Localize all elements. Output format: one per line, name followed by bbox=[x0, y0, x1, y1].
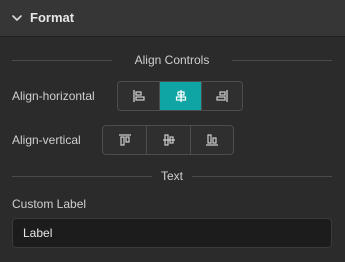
align-bottom-icon bbox=[205, 134, 218, 146]
align-bottom-button[interactable] bbox=[189, 126, 233, 154]
align-vertical-label: Align-vertical bbox=[12, 133, 81, 147]
align-center-h-button[interactable] bbox=[159, 82, 201, 110]
format-panel-header[interactable]: Format bbox=[0, 0, 345, 37]
align-vertical-group bbox=[102, 125, 234, 155]
custom-label-field-label: Custom Label bbox=[12, 197, 87, 211]
align-center-h-icon bbox=[175, 90, 186, 102]
custom-label-input[interactable] bbox=[12, 218, 332, 248]
chevron-down-icon bbox=[12, 15, 22, 21]
align-right-icon bbox=[216, 90, 228, 102]
align-top-button[interactable] bbox=[103, 126, 146, 154]
panel-title: Format bbox=[30, 10, 75, 25]
align-left-button[interactable] bbox=[118, 82, 159, 110]
align-horizontal-label: Align-horizontal bbox=[12, 89, 95, 103]
align-middle-v-icon bbox=[162, 134, 175, 146]
align-top-icon bbox=[118, 134, 131, 146]
text-separator: Text bbox=[12, 168, 332, 184]
align-controls-section-label: Align Controls bbox=[134, 53, 210, 67]
text-section-label: Text bbox=[160, 169, 183, 183]
align-middle-v-button[interactable] bbox=[146, 126, 189, 154]
align-controls-separator: Align Controls bbox=[12, 52, 332, 68]
align-horizontal-group bbox=[117, 81, 243, 111]
align-left-icon bbox=[133, 90, 145, 102]
align-right-button[interactable] bbox=[200, 82, 242, 110]
